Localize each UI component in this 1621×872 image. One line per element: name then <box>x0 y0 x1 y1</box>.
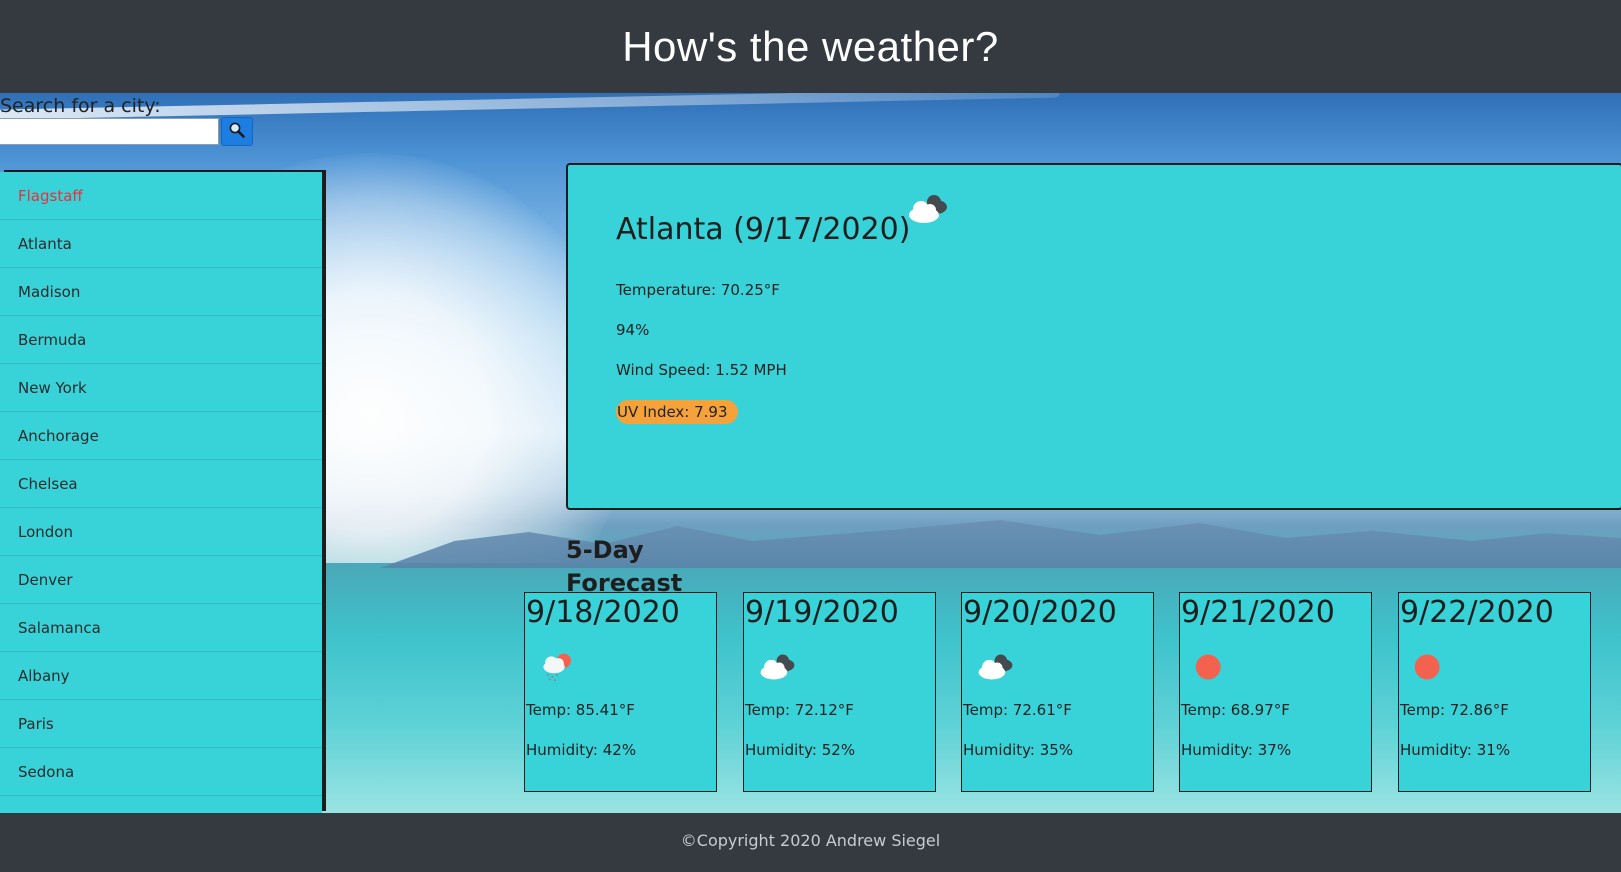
city-item-london[interactable]: London <box>0 508 322 556</box>
forecast-heading: 5-Day Forecast <box>566 536 683 597</box>
forecast-card: 9/20/2020 Temp: 72.61°F Humidity: 35% <box>961 592 1154 792</box>
forecast-date: 9/22/2020 <box>1400 595 1554 630</box>
forecast-humidity: Humidity: 35% <box>963 741 1074 759</box>
forecast-humidity: Humidity: 52% <box>745 741 856 759</box>
page-header: How's the weather? <box>0 0 1621 93</box>
city-item-denver[interactable]: Denver <box>0 556 322 604</box>
search-label: Search for a city: <box>0 95 161 117</box>
city-item-sedona[interactable]: Sedona <box>0 748 322 796</box>
forecast-date: 9/18/2020 <box>526 595 680 630</box>
forecast-card: 9/22/2020 Temp: 72.86°F Humidity: 31% <box>1398 592 1591 792</box>
current-weather-card: Atlanta (9/17/2020) Temperature: 70.25°F… <box>566 163 1621 510</box>
copyright-text: ©Copyright 2020 Andrew Siegel <box>680 831 941 850</box>
city-item-bermuda[interactable]: Bermuda <box>0 316 322 364</box>
city-item-albany[interactable]: Albany <box>0 652 322 700</box>
forecast-temp: Temp: 72.61°F <box>963 701 1072 719</box>
forecast-humidity: Humidity: 42% <box>526 741 637 759</box>
city-item-flagstaff[interactable]: Flagstaff <box>0 172 322 220</box>
city-item-paris[interactable]: Paris <box>0 700 322 748</box>
forecast-date: 9/21/2020 <box>1181 595 1335 630</box>
city-item-new-york[interactable]: New York <box>0 364 322 412</box>
search-button[interactable] <box>221 117 253 146</box>
forecast-temp: Temp: 68.97°F <box>1181 701 1290 719</box>
forecast-humidity: Humidity: 37% <box>1181 741 1292 759</box>
forecast-humidity: Humidity: 31% <box>1400 741 1511 759</box>
city-item-anchorage[interactable]: Anchorage <box>0 412 322 460</box>
uv-index-badge: UV Index: 7.93 <box>616 400 738 424</box>
search-input[interactable] <box>0 118 219 145</box>
broken-clouds-icon <box>756 651 799 687</box>
rain-icon <box>537 651 580 687</box>
search-icon <box>228 121 246 142</box>
page-title: How's the weather? <box>622 23 999 70</box>
broken-clouds-icon <box>974 651 1017 687</box>
forecast-date: 9/20/2020 <box>963 595 1117 630</box>
current-temperature: Temperature: 70.25°F <box>616 281 780 299</box>
city-item-chelsea[interactable]: Chelsea <box>0 460 322 508</box>
forecast-temp: Temp: 72.12°F <box>745 701 854 719</box>
city-history-list: Flagstaff Atlanta Madison Bermuda New York An… <box>0 172 322 813</box>
clear-sky-icon <box>1192 651 1235 687</box>
current-city-title: Atlanta (9/17/2020) <box>616 211 911 247</box>
clear-sky-icon <box>1411 651 1454 687</box>
forecast-temp: Temp: 72.86°F <box>1400 701 1509 719</box>
broken-clouds-icon <box>904 191 952 231</box>
forecast-card: 9/21/2020 Temp: 68.97°F Humidity: 37% <box>1179 592 1372 792</box>
city-item-madison[interactable]: Madison <box>0 268 322 316</box>
forecast-card: 9/18/2020 Temp: 85.41°F Humidity: 42% <box>524 592 717 792</box>
forecast-temp: Temp: 85.41°F <box>526 701 635 719</box>
page-footer: ©Copyright 2020 Andrew Siegel <box>0 813 1621 872</box>
city-item-salamanca[interactable]: Salamanca <box>0 604 322 652</box>
city-item-atlanta[interactable]: Atlanta <box>0 220 322 268</box>
forecast-card: 9/19/2020 Temp: 72.12°F Humidity: 52% <box>743 592 936 792</box>
forecast-date: 9/19/2020 <box>745 595 899 630</box>
current-wind-speed: Wind Speed: 1.52 MPH <box>616 361 787 379</box>
current-humidity: 94% <box>616 321 650 339</box>
